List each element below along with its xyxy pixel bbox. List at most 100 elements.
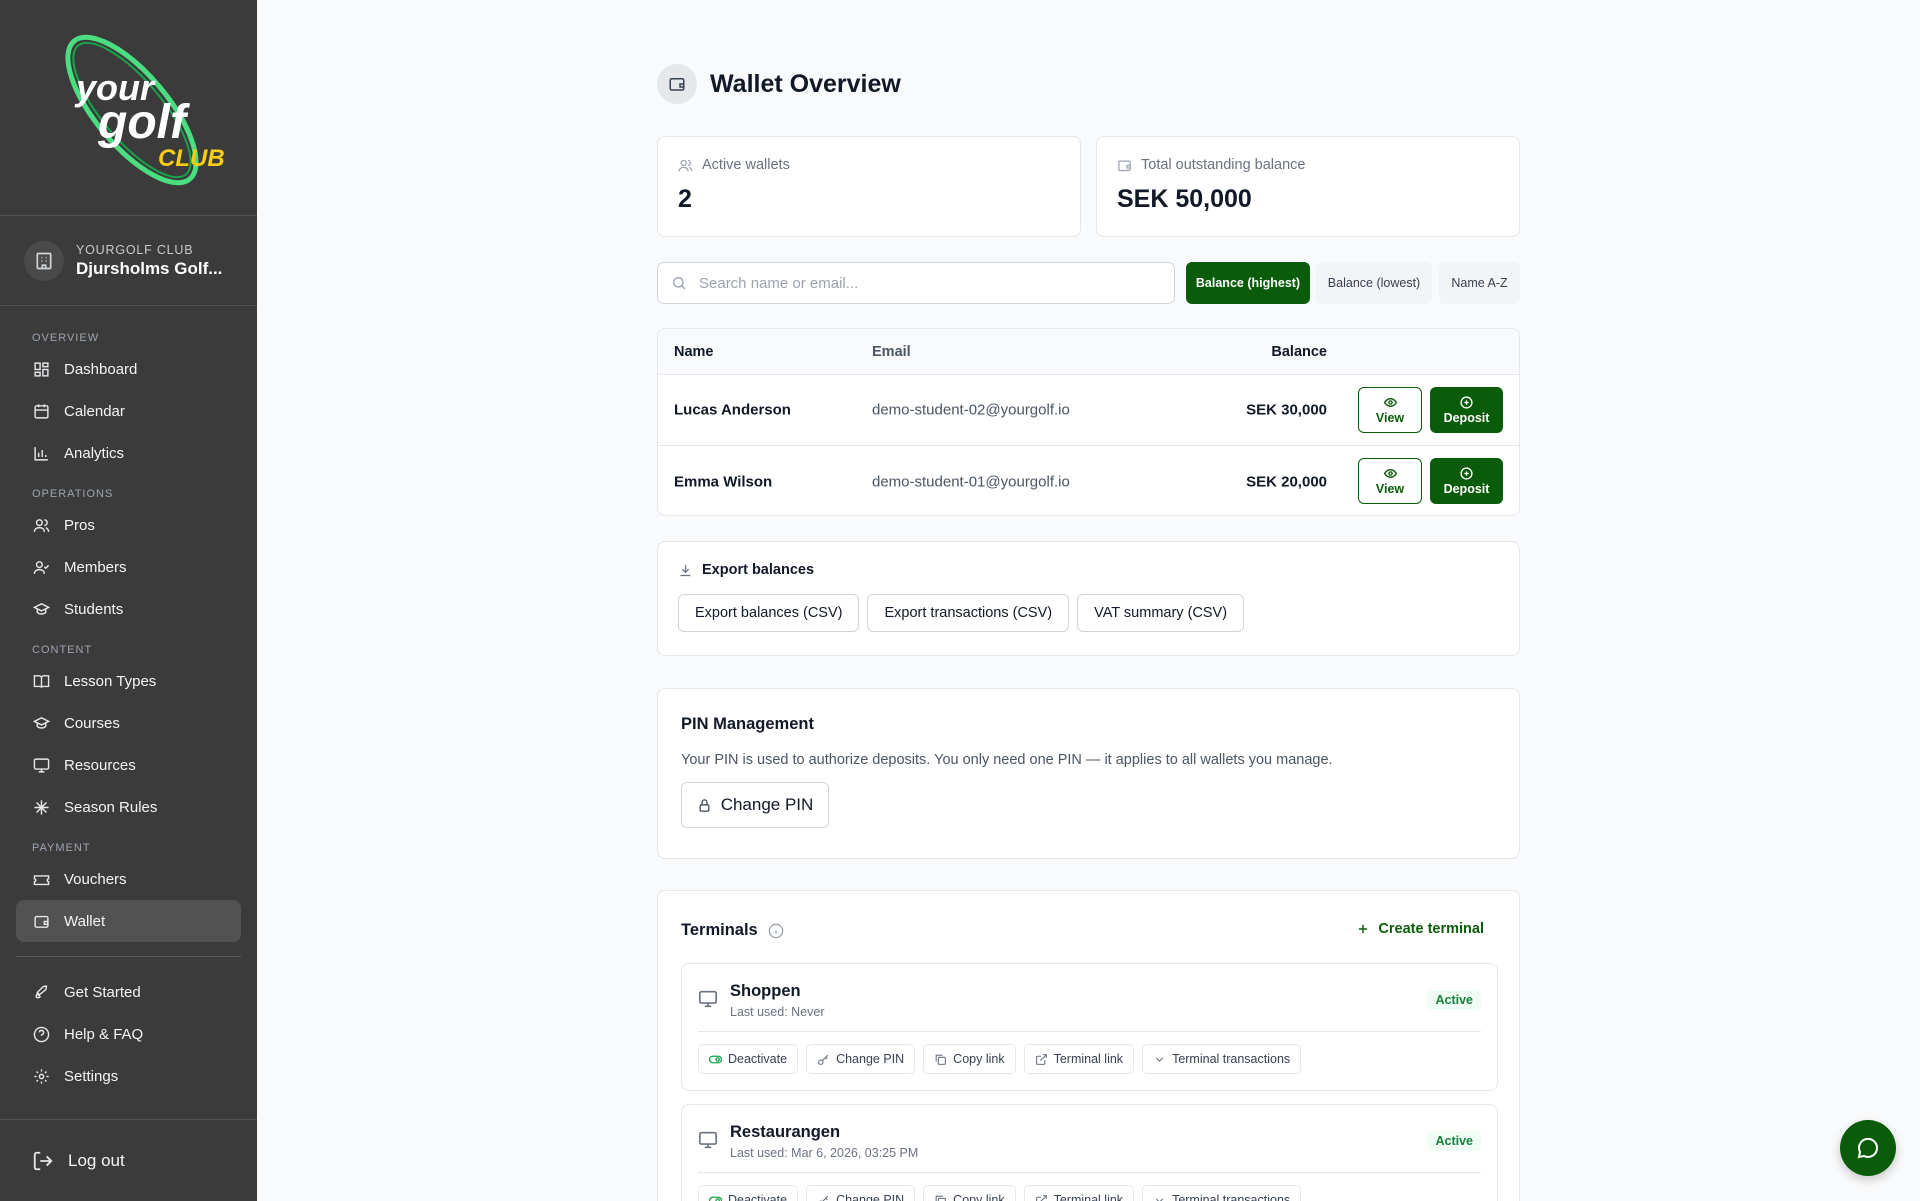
sidebar-item-season-rules[interactable]: Season Rules: [16, 786, 241, 828]
sidebar-item-analytics[interactable]: Analytics: [16, 432, 241, 474]
main-content: Wallet Overview Active wallets 2 Total o…: [257, 0, 1920, 1201]
sidebar-item-label: Vouchers: [64, 870, 127, 888]
view-button[interactable]: View: [1358, 387, 1422, 433]
sidebar-item-label: Pros: [64, 516, 95, 534]
terminal-change-pin-button[interactable]: Change PIN: [806, 1044, 916, 1074]
view-button[interactable]: View: [1358, 458, 1422, 504]
terminal-last-used: Last used: Never: [730, 1005, 825, 1019]
deactivate-button[interactable]: Deactivate: [698, 1044, 799, 1074]
terminal-name: Shoppen: [730, 982, 801, 1000]
sidebar-item-vouchers[interactable]: Vouchers: [16, 858, 241, 900]
bar-chart-icon: [32, 444, 50, 462]
pin-management-card: PIN Management Your PIN is used to autho…: [657, 688, 1520, 859]
action-label: Terminal transactions: [1172, 1193, 1291, 1201]
sidebar-item-courses[interactable]: Courses: [16, 702, 241, 744]
club-name: Djursholms Golf...: [76, 258, 223, 278]
action-label: Change PIN: [836, 1052, 905, 1066]
external-link-icon: [1035, 1053, 1048, 1066]
pin-title: PIN Management: [681, 715, 814, 733]
brand-logo[interactable]: your golf CLUB: [0, 0, 257, 216]
graduation-cap-icon: [32, 600, 50, 618]
wallets-table: Name Email Balance Lucas Anderson demo-s…: [657, 328, 1520, 516]
deactivate-button[interactable]: Deactivate: [698, 1185, 799, 1201]
wallet-icon: [1117, 158, 1132, 173]
sidebar-item-resources[interactable]: Resources: [16, 744, 241, 786]
terminal-link-button[interactable]: Terminal link: [1023, 1044, 1135, 1074]
building-icon: [24, 240, 64, 281]
deposit-label: Deposit: [1443, 410, 1490, 425]
deposit-button[interactable]: Deposit: [1430, 458, 1503, 504]
view-label: View: [1375, 481, 1405, 496]
search-input[interactable]: [699, 274, 1139, 292]
logout-label: Log out: [68, 1150, 125, 1170]
logout-button[interactable]: Log out: [0, 1119, 257, 1201]
row-name: Lucas Anderson: [674, 401, 791, 419]
change-pin-label: Change PIN: [720, 795, 814, 814]
terminal-transactions-button[interactable]: Terminal transactions: [1142, 1044, 1302, 1074]
stat-active-wallets: Active wallets 2: [657, 136, 1081, 237]
logo-text-golf: golf: [97, 96, 190, 149]
sidebar-item-dashboard[interactable]: Dashboard: [16, 348, 241, 390]
club-kicker: YOURGOLF CLUB: [76, 242, 194, 257]
sidebar-item-students[interactable]: Students: [16, 588, 241, 630]
nav-section-content: CONTENT: [32, 644, 93, 656]
copy-link-button[interactable]: Copy link: [923, 1044, 1016, 1074]
sidebar-item-members[interactable]: Members: [16, 546, 241, 588]
action-label: Terminal transactions: [1172, 1052, 1291, 1066]
users-icon: [32, 516, 50, 534]
sort-balance-highest[interactable]: Balance (highest): [1186, 262, 1310, 304]
monitor-icon: [32, 756, 50, 774]
external-link-icon: [1035, 1194, 1048, 1201]
terminal-name: Restaurangen: [730, 1123, 841, 1141]
club-switcher[interactable]: YOURGOLF CLUB Djursholms Golf...: [0, 216, 257, 306]
create-terminal-button[interactable]: Create terminal: [1356, 921, 1484, 937]
terminal-change-pin-button[interactable]: Change PIN: [806, 1185, 916, 1201]
row-balance: SEK 30,000: [1246, 401, 1327, 419]
sidebar-item-calendar[interactable]: Calendar: [16, 390, 241, 432]
chat-button[interactable]: [1840, 1120, 1896, 1176]
deposit-button[interactable]: Deposit: [1430, 387, 1503, 433]
search-icon: [671, 275, 687, 291]
key-icon: [817, 1053, 830, 1066]
export-transactions-button[interactable]: Export transactions (CSV): [867, 594, 1070, 632]
sidebar-item-help[interactable]: Help & FAQ: [16, 1013, 241, 1055]
copy-link-button[interactable]: Copy link: [923, 1185, 1016, 1201]
status-badge: Active: [1427, 990, 1481, 1010]
info-icon[interactable]: [768, 923, 784, 939]
nav-section-operations: OPERATIONS: [32, 488, 114, 500]
action-label: Copy link: [953, 1193, 1005, 1201]
create-terminal-label: Create terminal: [1378, 921, 1484, 937]
sort-balance-lowest[interactable]: Balance (lowest): [1316, 262, 1432, 304]
stat-value: 2: [678, 185, 692, 213]
terminal-item: Shoppen Last used: Never Active Deactiva…: [681, 963, 1498, 1091]
sidebar-item-label: Calendar: [64, 402, 125, 420]
export-balances-button[interactable]: Export balances (CSV): [678, 594, 860, 632]
chevron-down-icon: [1153, 1194, 1166, 1201]
users-icon: [678, 158, 693, 173]
lock-icon: [697, 798, 712, 813]
stat-label: Total outstanding balance: [1141, 157, 1306, 173]
vat-summary-button[interactable]: VAT summary (CSV): [1077, 594, 1245, 632]
row-name: Emma Wilson: [674, 473, 773, 490]
download-icon: [678, 563, 693, 578]
sidebar-item-settings[interactable]: Settings: [16, 1055, 241, 1097]
action-label: Copy link: [953, 1052, 1005, 1066]
copy-icon: [934, 1194, 947, 1201]
terminal-transactions-button[interactable]: Terminal transactions: [1142, 1185, 1302, 1201]
sidebar-item-lesson-types[interactable]: Lesson Types: [16, 660, 241, 702]
sidebar-item-wallet[interactable]: Wallet: [16, 900, 241, 942]
eye-icon: [1383, 467, 1397, 480]
row-email: demo-student-01@yourgolf.io: [872, 473, 1070, 490]
sort-name-az[interactable]: Name A-Z: [1439, 262, 1520, 304]
change-pin-button[interactable]: Change PIN: [681, 782, 829, 828]
terminal-link-button[interactable]: Terminal link: [1023, 1185, 1135, 1201]
help-circle-icon: [32, 1025, 50, 1043]
gear-icon: [32, 1067, 50, 1085]
snowflake-icon: [32, 798, 50, 816]
sidebar-item-pros[interactable]: Pros: [16, 504, 241, 546]
sidebar-item-get-started[interactable]: Get Started: [16, 971, 241, 1013]
terminal-item: Restaurangen Last used: Mar 6, 2026, 03:…: [681, 1104, 1498, 1201]
sidebar-item-label: Dashboard: [64, 360, 138, 378]
chat-bubble-icon: [1856, 1136, 1880, 1160]
dashboard-icon: [32, 360, 50, 378]
